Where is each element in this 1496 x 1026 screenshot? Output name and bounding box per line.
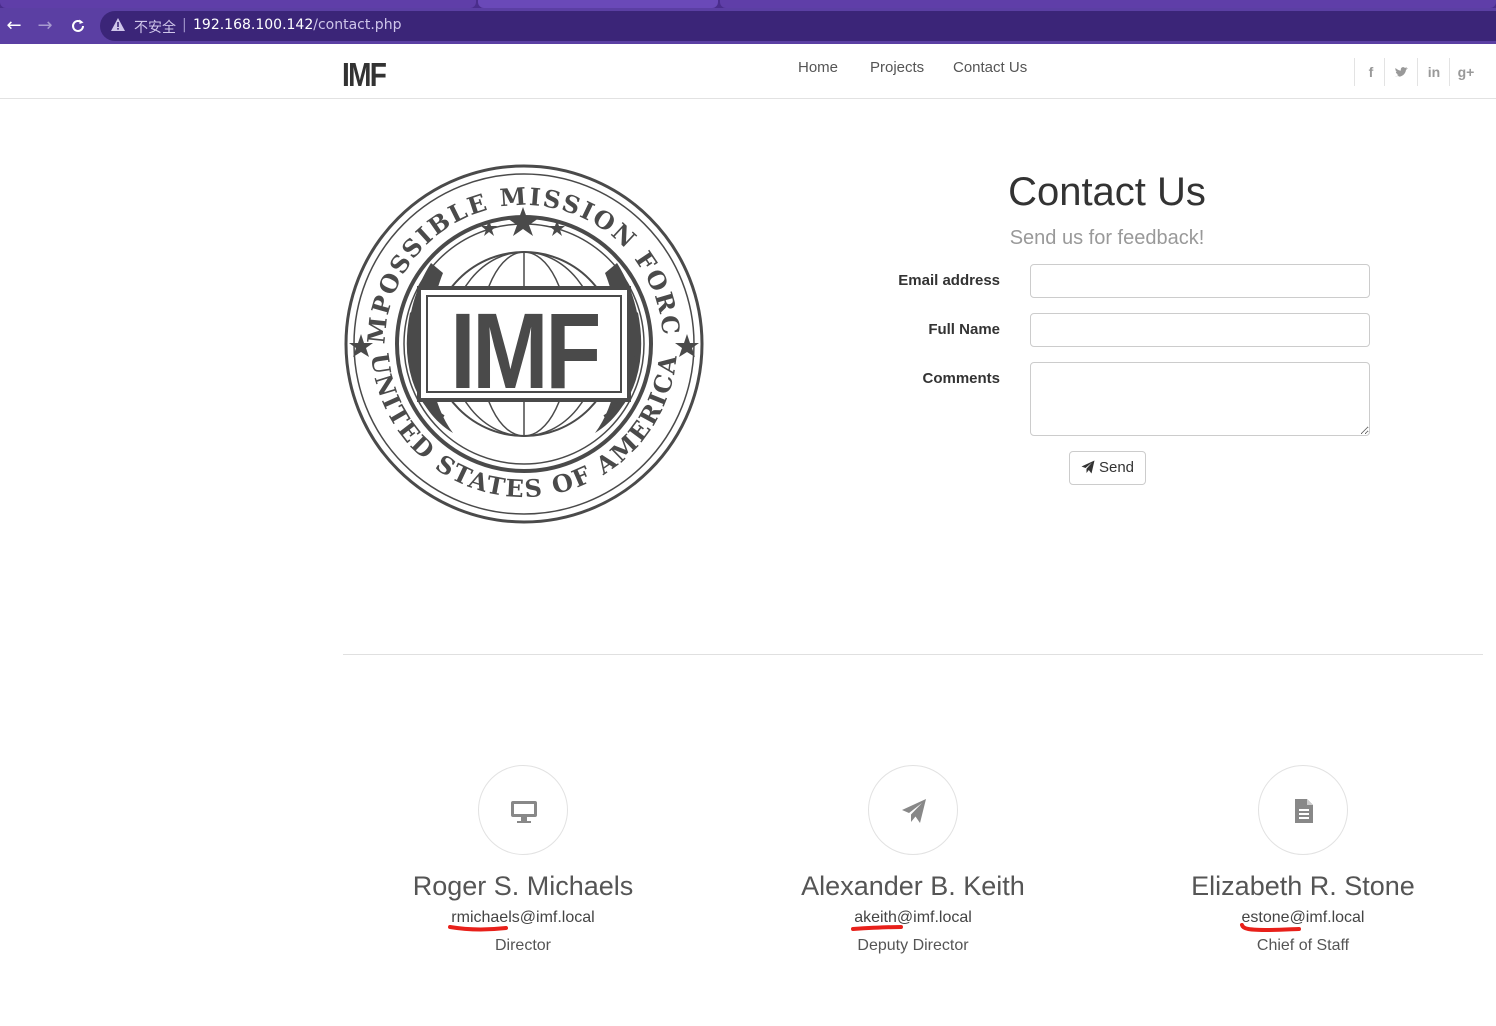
full-name-label: Full Name: [928, 321, 1000, 338]
member-icon-circle: [868, 765, 958, 855]
nav-projects[interactable]: Projects: [870, 59, 924, 76]
member-email-domain: @imf.local: [519, 909, 595, 926]
member-icon-circle: [478, 765, 568, 855]
seal-center-text: IMF: [450, 291, 598, 412]
full-name-field[interactable]: [1030, 313, 1370, 347]
site-navbar: IMF Home Projects Contact Us f in g+: [0, 44, 1496, 99]
email-label: Email address: [898, 272, 1000, 289]
comments-label: Comments: [922, 370, 1000, 387]
member-email[interactable]: rmichaels@imf.local: [448, 909, 595, 932]
send-label: Send: [1098, 459, 1135, 476]
insecure-label: 不安全: [134, 20, 176, 36]
team-member: Elizabeth R. Stone estone@imf.local Chie…: [1143, 765, 1463, 955]
red-underline-annotation: [448, 925, 509, 932]
twitter-icon[interactable]: [1384, 58, 1417, 86]
team-member: Alexander B. Keith akeith@imf.local Depu…: [753, 765, 1073, 955]
desktop-icon: [511, 801, 537, 823]
browser-tab-strip: [0, 0, 1496, 8]
paper-plane-icon: [1081, 460, 1095, 474]
nav-contact-us[interactable]: Contact Us: [953, 59, 1027, 76]
section-divider: [343, 654, 1483, 655]
member-email[interactable]: akeith@imf.local: [851, 909, 972, 931]
browser-tab[interactable]: [0, 0, 476, 8]
url-text: 192.168.100.142/contact.php: [193, 17, 401, 33]
facebook-icon[interactable]: f: [1354, 58, 1387, 86]
document-icon: [1295, 799, 1313, 823]
red-underline-annotation: [1239, 923, 1301, 933]
member-role: Deputy Director: [857, 937, 969, 954]
imf-seal-logo: IMPOSSIBLE MISSION FORCE UNITED STATES O…: [343, 163, 704, 524]
google-plus-icon[interactable]: g+: [1449, 58, 1482, 86]
member-email-domain: @imf.local: [896, 909, 972, 926]
paper-plane-icon: [902, 799, 926, 823]
member-role: Director: [494, 937, 551, 954]
linkedin-icon[interactable]: in: [1417, 58, 1450, 86]
back-icon[interactable]: ←: [2, 14, 26, 38]
warning-icon: [111, 18, 125, 31]
member-name: Alexander B. Keith: [801, 871, 1025, 901]
browser-tab[interactable]: [720, 0, 1496, 8]
browser-tab-active[interactable]: [478, 0, 718, 8]
address-bar[interactable]: 不安全 | 192.168.100.142/contact.php: [100, 11, 1496, 41]
member-email[interactable]: estone@imf.local: [1239, 909, 1364, 933]
red-underline-annotation: [851, 925, 904, 931]
url-host: 192.168.100.142: [193, 17, 314, 33]
member-name: Elizabeth R. Stone: [1191, 871, 1415, 901]
team-member: Roger S. Michaels rmichaels@imf.local Di…: [363, 765, 683, 955]
forward-icon[interactable]: →: [33, 14, 57, 38]
brand-logo[interactable]: IMF: [342, 56, 387, 94]
contact-subtitle: Send us for feedback!: [1009, 227, 1205, 249]
send-button[interactable]: Send: [1069, 451, 1146, 485]
browser-toolbar: ← → 不安全 | 192.168.100.142/contact.php: [0, 8, 1496, 44]
member-icon-circle: [1258, 765, 1348, 855]
member-name: Roger S. Michaels: [412, 871, 634, 901]
email-field[interactable]: [1030, 264, 1370, 298]
reload-icon[interactable]: [66, 14, 90, 38]
member-role: Chief of Staff: [1256, 937, 1350, 954]
address-separator: |: [182, 17, 187, 33]
url-path: /contact.php: [313, 17, 402, 33]
comments-field[interactable]: [1030, 362, 1370, 436]
contact-title: Contact Us: [1008, 170, 1206, 214]
nav-home[interactable]: Home: [798, 59, 838, 76]
